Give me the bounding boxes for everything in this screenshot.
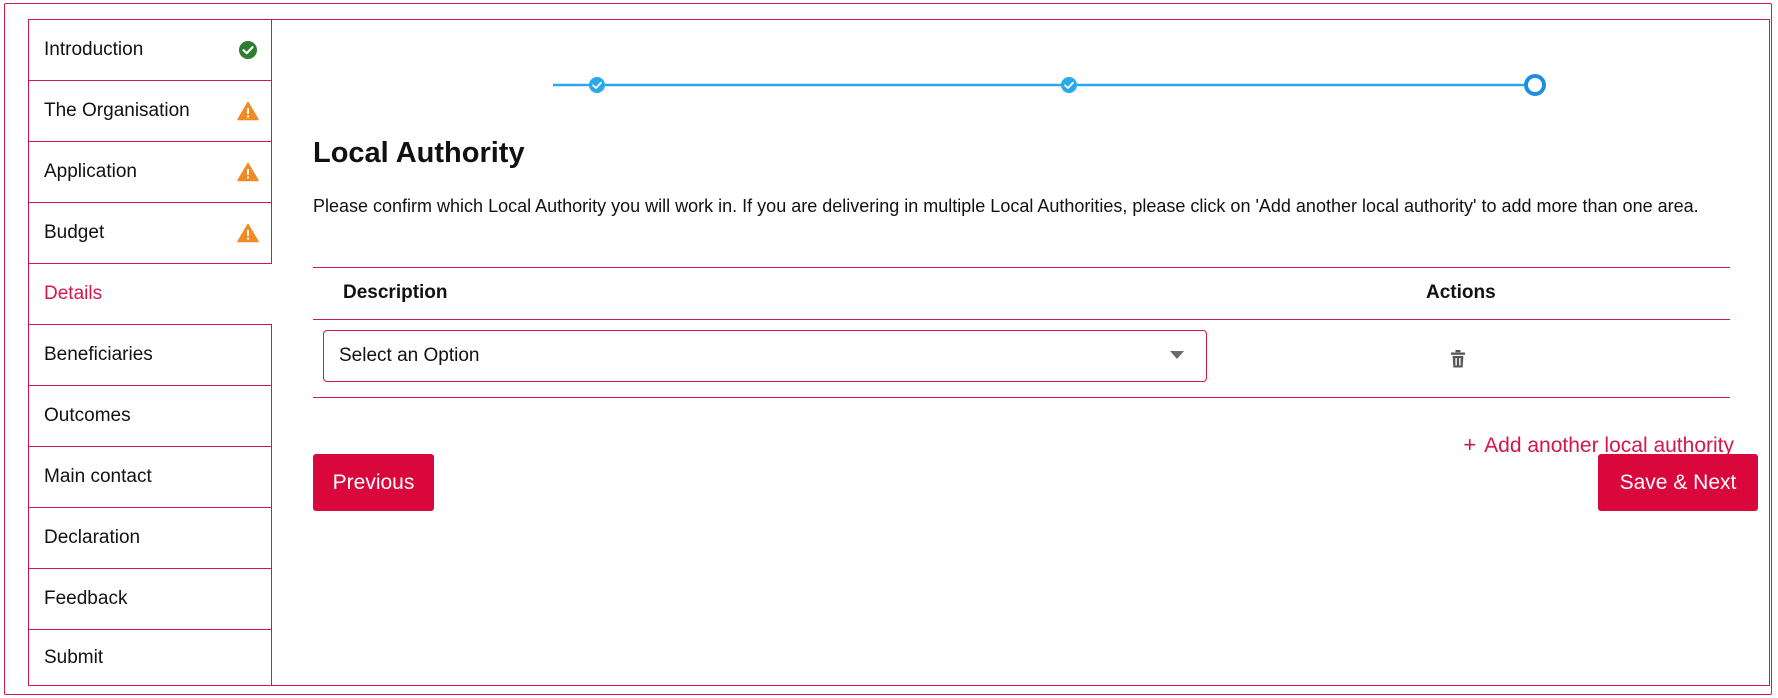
main-content: Local Authority Please confirm which Loc… <box>272 20 1769 685</box>
sidebar-item-label: Main contact <box>44 466 152 487</box>
sidebar-item-details[interactable]: Details <box>29 264 272 325</box>
column-header-description: Description <box>343 282 448 303</box>
trash-icon[interactable] <box>1450 349 1466 369</box>
sidebar-item-declaration[interactable]: Declaration <box>29 508 272 569</box>
sidebar-item-budget[interactable]: Budget <box>29 203 272 264</box>
sidebar-item-application[interactable]: Application <box>29 142 272 203</box>
sidebar-nav: Introduction The Organisation Applicatio… <box>29 20 272 685</box>
warning-icon <box>237 223 259 243</box>
column-header-actions: Actions <box>1426 282 1496 303</box>
sidebar-item-label: Budget <box>44 222 105 243</box>
step-3-current-icon[interactable] <box>1524 74 1546 96</box>
table-row: Select an Option <box>313 320 1730 398</box>
sidebar-item-outcomes[interactable]: Outcomes <box>29 386 272 447</box>
sidebar-item-label: Submit <box>44 646 104 668</box>
table-header: Description Actions <box>313 267 1730 320</box>
sidebar-item-introduction[interactable]: Introduction <box>29 20 272 81</box>
sidebar-item-label: Beneficiaries <box>44 344 153 365</box>
sidebar-item-label: Feedback <box>44 588 128 609</box>
caret-down-icon <box>1170 351 1184 359</box>
sidebar-item-label: Declaration <box>44 527 141 548</box>
check-circle-icon <box>239 41 257 59</box>
sidebar-item-label: Outcomes <box>44 405 131 426</box>
sidebar-item-organisation[interactable]: The Organisation <box>29 81 272 142</box>
sidebar-item-submit[interactable]: Submit <box>29 630 272 685</box>
save-next-button[interactable]: Save & Next <box>1598 454 1758 511</box>
previous-button[interactable]: Previous <box>313 454 434 511</box>
sidebar-item-beneficiaries[interactable]: Beneficiaries <box>29 325 272 386</box>
step-1-complete-icon[interactable] <box>589 77 605 93</box>
sidebar-item-main-contact[interactable]: Main contact <box>29 447 272 508</box>
sidebar-item-feedback[interactable]: Feedback <box>29 569 272 630</box>
local-authority-table: Description Actions Select an Option <box>313 267 1730 398</box>
warning-icon <box>237 162 259 182</box>
sidebar-item-label: The Organisation <box>44 100 190 121</box>
page-description: Please confirm which Local Authority you… <box>313 196 1699 216</box>
select-placeholder: Select an Option <box>339 345 480 366</box>
application-form: Introduction The Organisation Applicatio… <box>28 19 1770 686</box>
step-2-complete-icon[interactable] <box>1061 77 1077 93</box>
sidebar-item-label: Application <box>44 161 137 182</box>
local-authority-select[interactable]: Select an Option <box>323 330 1207 382</box>
sidebar-item-label: Details <box>44 283 103 304</box>
page-title: Local Authority <box>313 137 525 169</box>
sidebar-item-label: Introduction <box>44 39 144 60</box>
plus-icon: + <box>1463 432 1477 457</box>
warning-icon <box>237 101 259 121</box>
